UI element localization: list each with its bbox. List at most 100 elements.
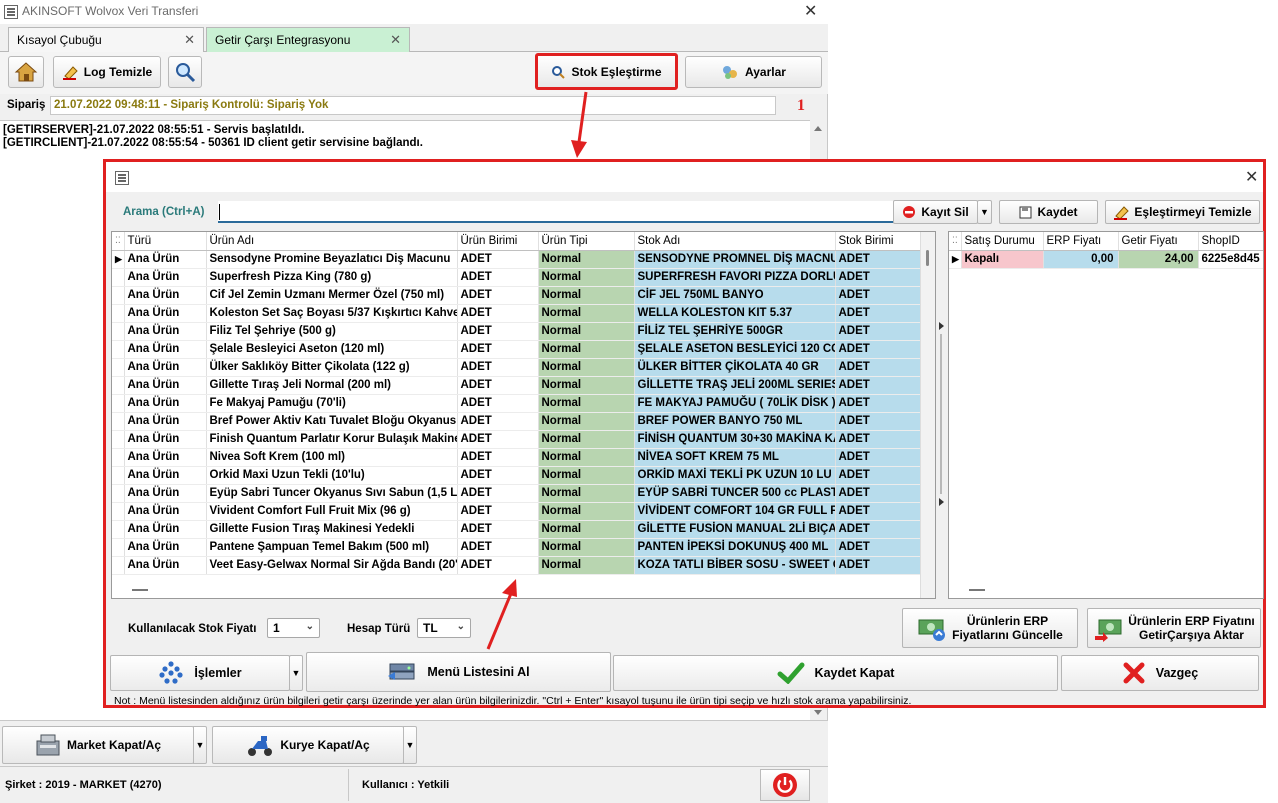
table-row[interactable]: Ana Ürün Nivea Soft Krem (100 ml) ADET Norm…	[112, 448, 921, 467]
product-type-cell[interactable]: Normal	[538, 268, 635, 287]
stock-name-cell[interactable]: KOZA TATLI BİBER SOSU - SWEET CH	[634, 556, 836, 575]
product-type-cell[interactable]: Normal	[538, 376, 635, 395]
unit-cell[interactable]: ADET	[457, 394, 539, 413]
tab-getir[interactable]: Getir Çarşı Entegrasyonu ✕	[206, 27, 410, 52]
table-row[interactable]: Ana Ürün Koleston Set Saç Boyası 5/37 Kış…	[112, 304, 921, 323]
unit-cell[interactable]: ADET	[457, 250, 539, 269]
type-cell[interactable]: Ana Ürün	[124, 268, 207, 287]
table-row[interactable]: Ana Ürün Gillette Tıraş Jeli Normal (200 …	[112, 376, 921, 395]
unit-cell[interactable]: ADET	[457, 556, 539, 575]
product-type-cell[interactable]: Normal	[538, 502, 635, 521]
stock-name-cell[interactable]: FİNİSH QUANTUM 30+30 MAKİNA KA	[634, 430, 836, 449]
table-row[interactable]: Ana Ürün Superfresh Pizza King (780 g) ADE…	[112, 268, 921, 287]
type-cell[interactable]: Ana Ürün	[124, 412, 207, 431]
stock-name-cell[interactable]: BREF POWER BANYO 750 ML	[634, 412, 836, 431]
product-name-cell[interactable]: Ülker Saklıköy Bitter Çikolata (122 g)	[206, 358, 458, 377]
stock-name-cell[interactable]: PANTEN İPEKSİ DOKUNUŞ 400 ML	[634, 538, 836, 557]
table-row[interactable]: Ana Ürün Vivident Comfort Full Fruit Mix …	[112, 502, 921, 521]
dialog-close-icon[interactable]: ✕	[1245, 170, 1258, 186]
type-cell[interactable]: Ana Ürün	[124, 430, 207, 449]
table-row[interactable]: ▶ Kapalı 0,00 24,00 6225e8d45	[949, 250, 1263, 269]
operations-dropdown-button[interactable]: ▼	[289, 655, 303, 691]
market-toggle-button[interactable]: Market Kapat/Aç	[2, 726, 194, 764]
product-name-cell[interactable]: Vivident Comfort Full Fruit Mix (96 g)	[206, 502, 458, 521]
column-header[interactable]: Türü	[124, 232, 207, 251]
erp-price-cell[interactable]: 0,00	[1043, 250, 1119, 269]
product-name-cell[interactable]: Finish Quantum Parlatır Korur Bulaşık Ma…	[206, 430, 458, 449]
product-type-cell[interactable]: Normal	[538, 322, 635, 341]
save-close-button[interactable]: Kaydet Kapat	[613, 655, 1058, 691]
product-name-cell[interactable]: Koleston Set Saç Boyası 5/37 Kışkırtıcı …	[206, 304, 458, 323]
stock-unit-cell[interactable]: ADET	[835, 466, 921, 485]
product-type-cell[interactable]: Normal	[538, 466, 635, 485]
stock-name-cell[interactable]: FİLİZ TEL ŞEHRİYE 500GR	[634, 322, 836, 341]
stock-unit-cell[interactable]: ADET	[835, 286, 921, 305]
table-row[interactable]: Ana Ürün Eyüp Sabri Tuncer Okyanus Sıvı S…	[112, 484, 921, 503]
product-name-cell[interactable]: Eyüp Sabri Tuncer Okyanus Sıvı Sabun (1,…	[206, 484, 458, 503]
operations-button[interactable]: İşlemler	[110, 655, 290, 691]
product-type-cell[interactable]: Normal	[538, 538, 635, 557]
update-erp-prices-button[interactable]: Ürünlerin ERP Fiyatlarını Güncelle	[902, 608, 1078, 648]
column-header[interactable]: Stok Adı	[634, 232, 836, 251]
unit-cell[interactable]: ADET	[457, 304, 539, 323]
save-button[interactable]: Kaydet	[999, 200, 1098, 224]
product-type-cell[interactable]: Normal	[538, 286, 635, 305]
stock-name-cell[interactable]: CİF JEL 750ML BANYO	[634, 286, 836, 305]
tab-close-icon[interactable]: ✕	[390, 32, 401, 48]
unit-cell[interactable]: ADET	[457, 412, 539, 431]
stock-unit-cell[interactable]: ADET	[835, 538, 921, 557]
product-type-cell[interactable]: Normal	[538, 358, 635, 377]
type-cell[interactable]: Ana Ürün	[124, 448, 207, 467]
product-type-cell[interactable]: Normal	[538, 430, 635, 449]
search-button[interactable]	[168, 56, 202, 88]
log-clear-button[interactable]: Log Temizle	[53, 56, 161, 88]
column-header[interactable]: Ürün Tipi	[538, 232, 635, 251]
table-row[interactable]: Ana Ürün Şelale Besleyici Aseton (120 ml)…	[112, 340, 921, 359]
stock-unit-cell[interactable]: ADET	[835, 304, 921, 323]
product-name-cell[interactable]: Nivea Soft Krem (100 ml)	[206, 448, 458, 467]
stock-unit-cell[interactable]: ADET	[835, 412, 921, 431]
stock-unit-cell[interactable]: ADET	[835, 322, 921, 341]
product-type-cell[interactable]: Normal	[538, 520, 635, 539]
product-name-cell[interactable]: Bref Power Aktiv Katı Tuvalet Bloğu Okya…	[206, 412, 458, 431]
stock-name-cell[interactable]: SUPERFRESH FAVORI PIZZA DORLU	[634, 268, 836, 287]
stock-unit-cell[interactable]: ADET	[835, 358, 921, 377]
column-header[interactable]: Ürün Adı	[206, 232, 458, 251]
product-name-cell[interactable]: Şelale Besleyici Aseton (120 ml)	[206, 340, 458, 359]
power-button[interactable]	[760, 769, 810, 801]
stock-unit-cell[interactable]: ADET	[835, 268, 921, 287]
column-header[interactable]: Satış Durumu	[961, 232, 1044, 251]
get-menu-list-button[interactable]: Menü Listesini Al	[306, 652, 611, 692]
type-cell[interactable]: Ana Ürün	[124, 520, 207, 539]
delete-dropdown-button[interactable]: ▼	[977, 200, 992, 224]
table-row[interactable]: Ana Ürün Filiz Tel Şehriye (500 g) ADET Nor…	[112, 322, 921, 341]
type-cell[interactable]: Ana Ürün	[124, 394, 207, 413]
stock-name-cell[interactable]: ŞELALE ASETON BESLEYİCİ 120 CC	[634, 340, 836, 359]
type-cell[interactable]: Ana Ürün	[124, 250, 207, 269]
unit-cell[interactable]: ADET	[457, 466, 539, 485]
column-header[interactable]: Stok Birimi	[835, 232, 921, 251]
product-type-cell[interactable]: Normal	[538, 250, 635, 269]
stock-unit-cell[interactable]: ADET	[835, 376, 921, 395]
price-grid[interactable]: ⁚⁚ Satış Durumu ERP Fiyatı Getir Fiyatı …	[948, 231, 1264, 599]
splitter[interactable]	[939, 312, 945, 512]
stock-name-cell[interactable]: GİLETTE FUSİON MANUAL 2Lİ BIÇAK	[634, 520, 836, 539]
account-type-select[interactable]: TL ⌄	[417, 618, 471, 638]
unit-cell[interactable]: ADET	[457, 520, 539, 539]
type-cell[interactable]: Ana Ürün	[124, 358, 207, 377]
product-name-cell[interactable]: Fe Makyaj Pamuğu (70'li)	[206, 394, 458, 413]
table-row[interactable]: Ana Ürün Bref Power Aktiv Katı Tuvalet Bl…	[112, 412, 921, 431]
stock-name-cell[interactable]: VİVİDENT COMFORT 104 GR FULL FR	[634, 502, 836, 521]
unit-cell[interactable]: ADET	[457, 322, 539, 341]
type-cell[interactable]: Ana Ürün	[124, 538, 207, 557]
tab-close-icon[interactable]: ✕	[184, 32, 195, 48]
stock-unit-cell[interactable]: ADET	[835, 502, 921, 521]
unit-cell[interactable]: ADET	[457, 268, 539, 287]
getir-price-cell[interactable]: 24,00	[1118, 250, 1199, 269]
courier-toggle-button[interactable]: Kurye Kapat/Aç	[212, 726, 404, 764]
type-cell[interactable]: Ana Ürün	[124, 484, 207, 503]
close-icon[interactable]: ✕	[804, 4, 817, 20]
product-name-cell[interactable]: Sensodyne Promine Beyazlatıcı Diş Macunu	[206, 250, 458, 269]
settings-button[interactable]: Ayarlar	[685, 56, 822, 88]
splitter-right-icon[interactable]	[939, 322, 944, 330]
